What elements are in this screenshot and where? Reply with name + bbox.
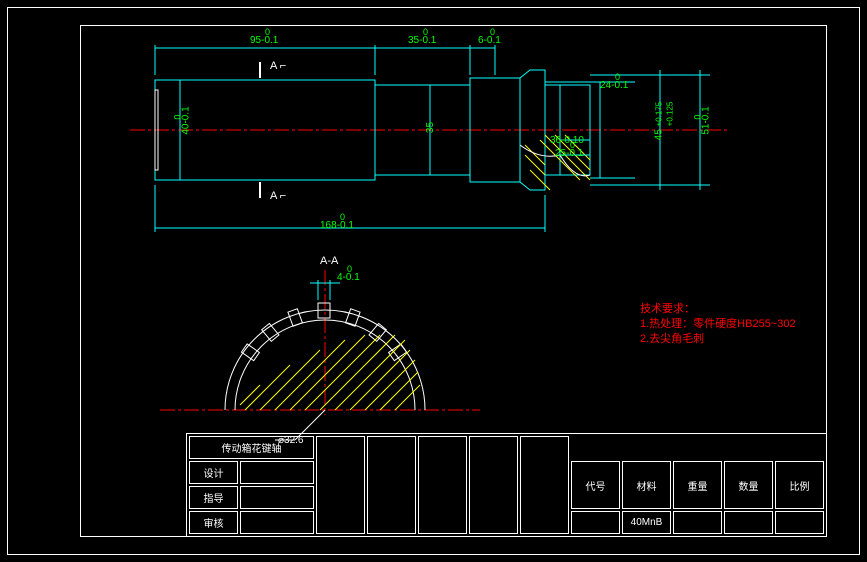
dim-35v: 35	[425, 122, 436, 133]
tb-guide: 指导	[189, 486, 238, 509]
dim-45: 45 +0.175+0.125	[653, 102, 675, 141]
tech-requirement-2: 2.去尖角毛刺	[640, 330, 704, 346]
tb-material-val: 40MnB	[622, 511, 671, 534]
tb-scale: 比例	[775, 461, 824, 509]
dim-25: 0 25-0.1	[555, 148, 583, 159]
dim-24: 0 24-0.1	[600, 80, 628, 91]
title-block: 传动箱花键轴 设计 代号 材料 重量 数量 比例 指导 审核 40MnB	[186, 433, 827, 537]
tb-weight: 重量	[673, 461, 722, 509]
drawing-name: 传动箱花键轴	[189, 436, 314, 459]
dim-4: 0 4-0.1	[337, 272, 360, 283]
tb-review: 审核	[189, 511, 238, 534]
section-title: A-A	[320, 255, 338, 267]
tech-requirements-title: 技术要求：	[640, 300, 695, 316]
section-marker-top: A ⌐	[270, 60, 286, 72]
dim-168: 0 168-0.1	[320, 220, 354, 231]
dim-6: 0 6-0.1	[478, 35, 501, 46]
dim-36: 36-0.10	[550, 135, 584, 146]
tech-requirement-1: 1.热处理：零件硬度HB255~302	[640, 315, 796, 331]
tb-code: 代号	[571, 461, 620, 509]
tb-material: 材料	[622, 461, 671, 509]
dim-51: 0 51-0.1	[701, 106, 712, 134]
section-marker-bottom: A ⌐	[270, 190, 286, 202]
dim-95: 0 95-0.1	[250, 35, 278, 46]
dim-35: 0 35-0.1	[408, 35, 436, 46]
cad-viewport: 0 95-0.1 0 35-0.1 0 6-0.1 0 24-0.1 0 168…	[0, 0, 867, 562]
tb-design: 设计	[189, 461, 238, 484]
tb-qty: 数量	[724, 461, 773, 509]
dim-40: 0 40-0.1	[181, 106, 192, 134]
